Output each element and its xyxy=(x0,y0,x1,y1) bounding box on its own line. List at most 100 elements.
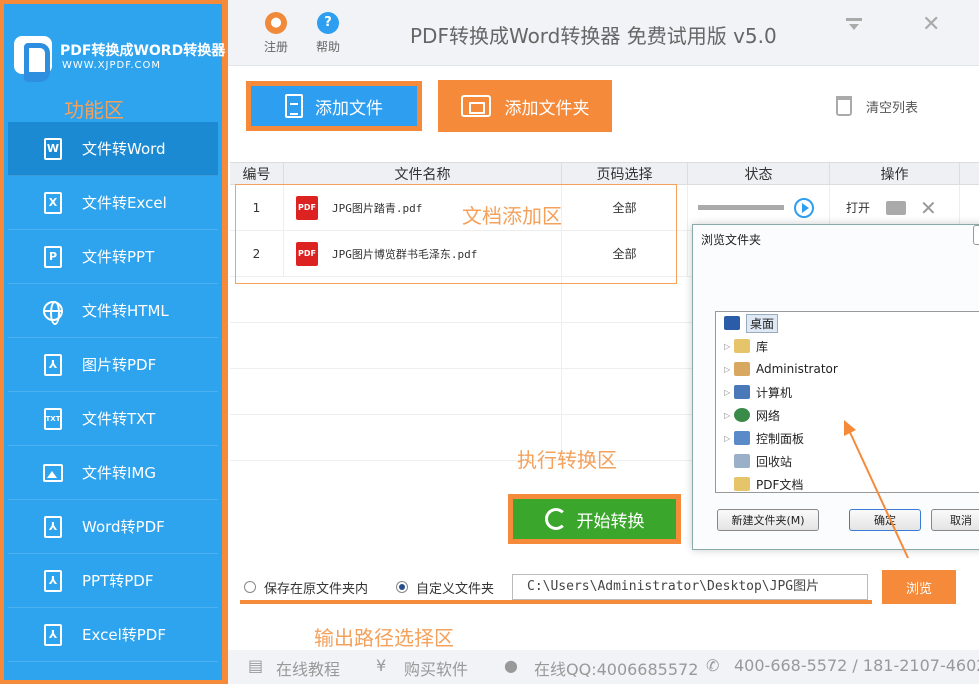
custom-folder-label: 自定义文件夹 xyxy=(416,582,495,597)
column-header: 页码选择 xyxy=(562,163,688,184)
expand-arrow-icon[interactable]: ▷ xyxy=(724,342,734,351)
dialog-title: 浏览文件夹 xyxy=(701,233,762,247)
play-icon[interactable] xyxy=(794,197,814,218)
add-file-button[interactable]: 添加文件 xyxy=(246,81,422,131)
phone-number: 400-668-5572 / 181-2107-4602 xyxy=(734,656,979,675)
menu-item-label: 图片转PDF xyxy=(82,356,157,374)
app-logo: PDF转换成WORD转换器 WWW.XJPDF.COM xyxy=(10,26,225,86)
menu-item-file-to-img[interactable]: 文件转IMG xyxy=(8,446,218,500)
pdf-icon: ⅄ xyxy=(44,623,62,646)
dialog-cancel-button[interactable]: 取消 xyxy=(931,509,979,531)
network-icon xyxy=(734,408,750,422)
globe-icon xyxy=(43,300,63,325)
image-icon xyxy=(43,463,63,482)
output-path-input[interactable]: C:\Users\Administrator\Desktop\JPG图片 xyxy=(512,574,868,600)
expand-arrow-icon[interactable]: ▷ xyxy=(724,434,734,443)
browse-button[interactable]: 浏览 xyxy=(882,570,956,604)
expand-arrow-icon[interactable]: ▷ xyxy=(724,411,734,420)
tree-item-library[interactable]: ▷ 库 xyxy=(724,337,768,355)
online-tutorial-link[interactable]: 在线教程 xyxy=(276,656,340,680)
start-convert-button[interactable]: 开始转换 xyxy=(508,494,681,544)
open-folder-icon[interactable] xyxy=(886,200,907,215)
annotation-arrow xyxy=(844,420,909,559)
menu-item-excel-to-pdf[interactable]: ⅄ Excel转PDF xyxy=(8,608,218,662)
tree-item-administrator[interactable]: ▷ Administrator xyxy=(724,360,838,378)
tree-item-network[interactable]: ▷ 网络 xyxy=(724,406,780,424)
user-folder-icon xyxy=(734,362,750,376)
menu-item-label: 文件转PPT xyxy=(82,248,155,266)
menu-item-ppt-to-pdf[interactable]: ⅄ PPT转PDF xyxy=(8,554,218,608)
menu-item-label: PPT转PDF xyxy=(82,572,154,590)
save-original-label: 保存在原文件夹内 xyxy=(264,582,369,597)
column-header: 文件名称 xyxy=(284,163,562,184)
menu-item-file-to-txt[interactable]: TXT 文件转TXT xyxy=(8,392,218,446)
tree-item-control-panel[interactable]: ▷ 控制面板 xyxy=(724,429,804,447)
new-folder-button[interactable]: 新建文件夹(M) xyxy=(717,509,819,531)
menu-item-label: 文件转IMG xyxy=(82,464,156,482)
delete-icon[interactable]: ✕ xyxy=(920,196,937,220)
function-menu: W 文件转Word X 文件转Excel P 文件转PPT 文件转HTML ⅄ … xyxy=(8,122,218,662)
start-convert-label: 开始转换 xyxy=(576,511,645,532)
app-title: PDF转换成Word转换器 免费试用版 v5.0 xyxy=(410,24,777,48)
tree-item-computer[interactable]: ▷ 计算机 xyxy=(724,383,792,401)
folder-icon xyxy=(734,477,750,491)
arrow-shaft xyxy=(847,427,909,559)
document-add-zone-label: 文档添加区 xyxy=(462,204,562,228)
online-qq[interactable]: 在线QQ:4006685572 xyxy=(534,656,698,680)
tutorial-icon: ▤ xyxy=(248,656,264,675)
function-zone-label: 功能区 xyxy=(64,98,124,122)
column-header: 操作 xyxy=(830,163,960,184)
expand-arrow-icon[interactable]: ▷ xyxy=(724,365,734,374)
menu-item-word-to-pdf[interactable]: ⅄ Word转PDF xyxy=(8,500,218,554)
save-original-radio[interactable] xyxy=(244,581,256,593)
title-bar: ● 注册 ? 帮助 PDF转换成Word转换器 免费试用版 v5.0 ✕ xyxy=(228,0,979,66)
sidebar: PDF转换成WORD转换器 WWW.XJPDF.COM 功能区 W 文件转Wor… xyxy=(0,0,228,684)
register-button[interactable]: ● 注册 xyxy=(256,12,296,55)
register-label: 注册 xyxy=(263,40,288,54)
computer-icon xyxy=(734,385,750,399)
logo-url: WWW.XJPDF.COM xyxy=(62,60,162,71)
refresh-icon xyxy=(544,508,567,530)
desktop-icon xyxy=(724,316,740,330)
folder-icon xyxy=(460,95,491,117)
help-icon: ? xyxy=(317,12,339,34)
table-header: 编号 文件名称 页码选择 状态 操作 xyxy=(230,163,979,185)
menu-item-file-to-ppt[interactable]: P 文件转PPT xyxy=(8,230,218,284)
expand-arrow-icon[interactable]: ▷ xyxy=(724,388,734,397)
footer: ▤ 在线教程 ¥ 购买软件 ● 在线QQ:4006685572 ✆ 400-66… xyxy=(228,650,979,684)
buy-software-link[interactable]: 购买软件 xyxy=(404,656,468,680)
add-file-label: 添加文件 xyxy=(315,98,383,119)
yuan-icon: ¥ xyxy=(376,656,387,675)
dialog-close-button[interactable] xyxy=(973,225,979,245)
menu-item-file-to-excel[interactable]: X 文件转Excel xyxy=(8,176,218,230)
menu-item-label: Word转PDF xyxy=(82,518,165,536)
clear-list-button[interactable]: 清空列表 xyxy=(836,96,918,116)
excel-icon: X xyxy=(44,191,62,214)
menu-item-label: 文件转TXT xyxy=(82,410,156,428)
document-add-zone xyxy=(235,184,677,284)
minimize-icon[interactable] xyxy=(846,16,864,30)
menu-item-label: 文件转Word xyxy=(82,140,166,158)
custom-folder-radio[interactable] xyxy=(396,581,408,593)
word-icon: W xyxy=(44,137,62,160)
file-icon xyxy=(285,94,303,118)
close-icon[interactable]: ✕ xyxy=(922,12,940,37)
tree-item-recycle-bin[interactable]: 回收站 xyxy=(734,452,792,470)
tree-item-desktop[interactable]: 桌面 xyxy=(724,313,779,333)
column-header: 状态 xyxy=(688,163,830,184)
menu-item-image-to-pdf[interactable]: ⅄ 图片转PDF xyxy=(8,338,218,392)
qq-icon: ● xyxy=(504,656,518,675)
output-path-area: 保存在原文件夹内 自定义文件夹 C:\Users\Administrator\D… xyxy=(240,574,872,604)
output-zone-label: 输出路径选择区 xyxy=(314,626,454,650)
menu-item-label: Excel转PDF xyxy=(82,626,166,644)
browse-folder-dialog: 浏览文件夹 桌面 ▷ 库 ▷ Administrator ▷ 计算机 ▷ 网络 … xyxy=(692,224,979,550)
open-button[interactable]: 打开 xyxy=(846,199,870,216)
pdf-icon: ⅄ xyxy=(44,569,62,592)
menu-item-file-to-html[interactable]: 文件转HTML xyxy=(8,284,218,338)
tree-item-pdf-docs[interactable]: PDF文档 xyxy=(734,475,803,492)
menu-item-file-to-word[interactable]: W 文件转Word xyxy=(8,122,218,176)
menu-item-label: 文件转Excel xyxy=(82,194,167,212)
phone-icon: ✆ xyxy=(706,656,720,675)
help-button[interactable]: ? 帮助 xyxy=(308,12,348,55)
add-folder-button[interactable]: 添加文件夹 xyxy=(438,80,612,132)
